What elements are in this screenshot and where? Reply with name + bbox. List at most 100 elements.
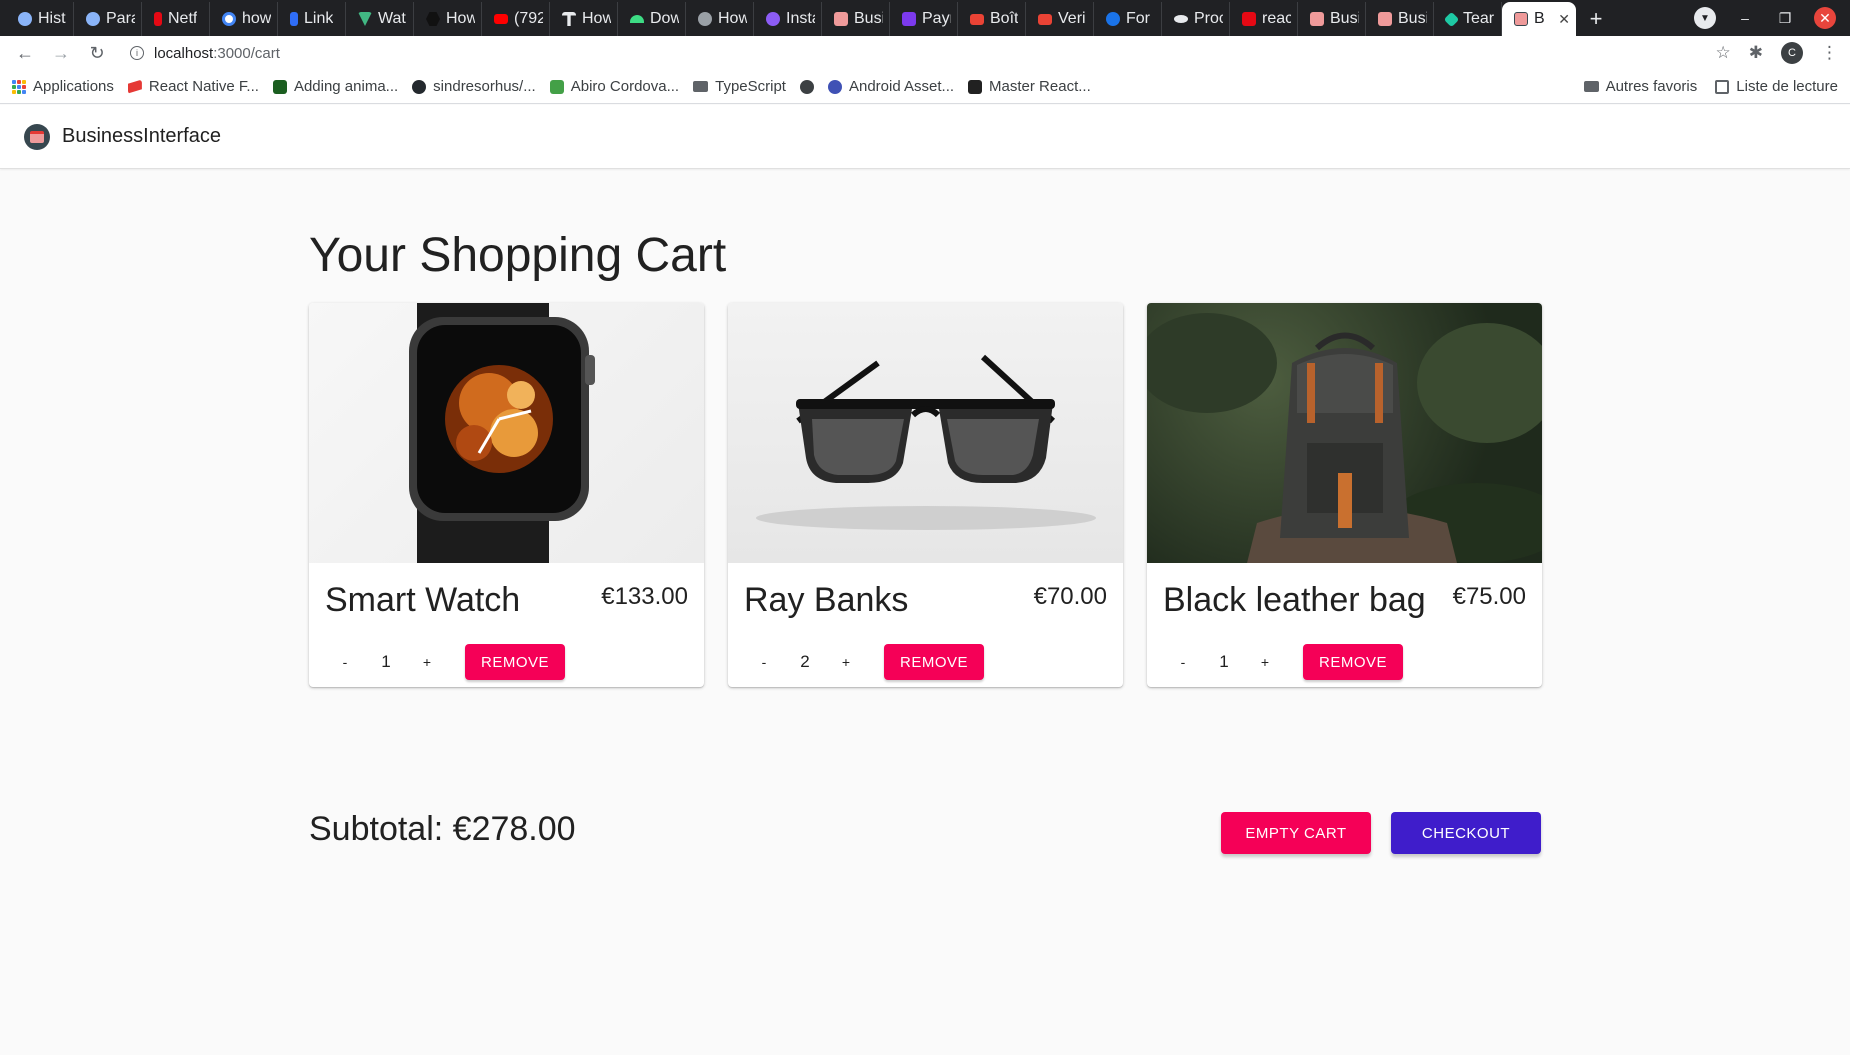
bookmark-label: Autres favoris xyxy=(1605,78,1698,95)
bookmark-label: React Native F... xyxy=(148,78,259,95)
shop-icon xyxy=(1514,12,1528,26)
brand-name[interactable]: BusinessInterface xyxy=(62,125,221,148)
minimize-icon[interactable]: – xyxy=(1734,7,1756,29)
vue-icon xyxy=(358,12,372,26)
item-price: €75.00 xyxy=(1452,583,1526,610)
bookmark-item[interactable] xyxy=(799,79,814,94)
app-bar: BusinessInterface xyxy=(0,105,1850,169)
reload-icon[interactable]: ↻ xyxy=(84,40,110,66)
apps-grid-icon xyxy=(12,79,26,94)
browser-tab[interactable]: Tear xyxy=(1434,2,1502,36)
browser-tab[interactable]: reac xyxy=(1230,2,1298,36)
hex-icon xyxy=(426,12,440,26)
bookmark-item[interactable]: Applications xyxy=(12,78,114,95)
bookmark-item[interactable]: Master React... xyxy=(968,78,1091,95)
back-icon[interactable]: ← xyxy=(12,40,38,66)
checkout-button[interactable]: CHECKOUT xyxy=(1391,812,1541,854)
google-icon xyxy=(222,12,236,26)
globe-icon xyxy=(698,12,712,26)
bookmark-label: TypeScript xyxy=(715,78,786,95)
browser-tab[interactable]: Busi xyxy=(1298,2,1366,36)
tab-label: Wat xyxy=(378,10,406,27)
bookmark-label: Applications xyxy=(33,78,114,95)
item-actions: - 1 + REMOVE xyxy=(325,644,566,680)
browser-tab[interactable]: Wat xyxy=(346,2,414,36)
browser-tab[interactable]: Hist xyxy=(6,2,74,36)
increase-quantity-button[interactable]: + xyxy=(407,644,447,680)
browser-tab[interactable]: Link xyxy=(278,2,346,36)
bookmark-item[interactable]: React Native F... xyxy=(127,78,259,95)
browser-tab[interactable]: Netf xyxy=(142,2,210,36)
browser-tab[interactable]: How xyxy=(550,2,618,36)
bookmark-star-icon[interactable]: ☆ xyxy=(1716,43,1731,63)
gmail-icon xyxy=(1038,13,1052,25)
browser-tab[interactable]: For i xyxy=(1094,2,1162,36)
decrease-quantity-button[interactable]: - xyxy=(744,644,784,680)
reading-list[interactable]: Liste de lecture xyxy=(1715,78,1838,95)
tab-label: Busi xyxy=(1398,10,1427,27)
bookmark-item[interactable]: Android Asset... xyxy=(827,78,954,95)
url-host: localhost xyxy=(154,44,214,62)
browser-tab[interactable]: Veri xyxy=(1026,2,1094,36)
browser-tab[interactable]: Insta xyxy=(754,2,822,36)
item-name: Ray Banks xyxy=(744,581,909,619)
bookmark-item[interactable]: Adding anima... xyxy=(272,78,399,95)
new-tab-button[interactable]: + xyxy=(1576,2,1616,36)
close-tab-icon[interactable]: ✕ xyxy=(1558,11,1570,28)
youtube-icon xyxy=(494,14,508,24)
browser-tab[interactable]: Para xyxy=(74,2,142,36)
browser-tab[interactable]: (792 xyxy=(482,2,550,36)
item-price: €70.00 xyxy=(1033,583,1107,610)
decrease-quantity-button[interactable]: - xyxy=(325,644,365,680)
active-browser-tab[interactable]: B ✕ xyxy=(1502,2,1576,36)
backpack-image xyxy=(1147,303,1542,563)
menu-kebab-icon[interactable]: ⋮ xyxy=(1821,43,1838,63)
increase-quantity-button[interactable]: + xyxy=(826,644,866,680)
n-icon xyxy=(1242,12,1256,26)
forward-icon[interactable]: → xyxy=(48,40,74,66)
tab-label: B xyxy=(1534,10,1545,27)
other-bookmarks-folder[interactable]: Autres favoris xyxy=(1583,78,1698,95)
address-bar[interactable]: i localhost:3000/cart xyxy=(120,39,1706,67)
bookmark-label: Adding anima... xyxy=(293,78,399,95)
browser-tab[interactable]: Dow xyxy=(618,2,686,36)
item-actions: - 1 + REMOVE xyxy=(1163,644,1404,680)
window-controls: ▼ – ❐ ✕ xyxy=(1694,0,1850,36)
tab-label: Para xyxy=(106,10,135,27)
tab-label: Hist xyxy=(38,10,66,27)
shop-logo-icon[interactable] xyxy=(24,123,50,150)
empty-cart-button[interactable]: EMPTY CART xyxy=(1221,812,1371,854)
sunglasses-image xyxy=(728,303,1123,563)
remove-item-button[interactable]: REMOVE xyxy=(884,644,985,680)
profile-avatar[interactable]: C xyxy=(1781,42,1803,64)
restore-icon[interactable]: ❐ xyxy=(1774,7,1796,29)
bookmark-item[interactable]: Abiro Cordova... xyxy=(549,78,680,95)
browser-tab[interactable]: Boît xyxy=(958,2,1026,36)
remove-item-button[interactable]: REMOVE xyxy=(465,644,566,680)
site-info-icon[interactable]: i xyxy=(130,46,144,60)
browser-tab[interactable]: how xyxy=(210,2,278,36)
browser-tab[interactable]: Busi xyxy=(822,2,890,36)
browser-tab[interactable]: How xyxy=(414,2,482,36)
cart-item-card: Ray Banks €70.00 - 2 + REMOVE xyxy=(728,303,1123,687)
remove-item-button[interactable]: REMOVE xyxy=(1303,644,1404,680)
tab-label: Netf xyxy=(168,10,198,27)
browser-tab[interactable]: Busi xyxy=(1366,2,1434,36)
item-name: Black leather bag xyxy=(1163,581,1426,619)
tab-label: Insta xyxy=(786,10,815,27)
bookmark-item[interactable]: sindresorhus/... xyxy=(412,78,536,95)
close-window-icon[interactable]: ✕ xyxy=(1814,7,1836,29)
increase-quantity-button[interactable]: + xyxy=(1245,644,1285,680)
tab-label: How xyxy=(446,10,475,27)
tab-search-icon[interactable]: ▼ xyxy=(1694,7,1716,29)
extensions-icon[interactable]: ✱ xyxy=(1749,43,1763,63)
browser-tab[interactable]: How xyxy=(686,2,754,36)
decrease-quantity-button[interactable]: - xyxy=(1163,644,1203,680)
bookmark-label: Abiro Cordova... xyxy=(570,78,680,95)
folder-icon xyxy=(1583,81,1599,92)
s-icon xyxy=(902,12,916,26)
item-quantity: 1 xyxy=(1219,652,1229,671)
browser-tab[interactable]: Payr xyxy=(890,2,958,36)
bookmark-folder[interactable]: TypeScript xyxy=(693,78,786,95)
browser-tab[interactable]: Proc xyxy=(1162,2,1230,36)
